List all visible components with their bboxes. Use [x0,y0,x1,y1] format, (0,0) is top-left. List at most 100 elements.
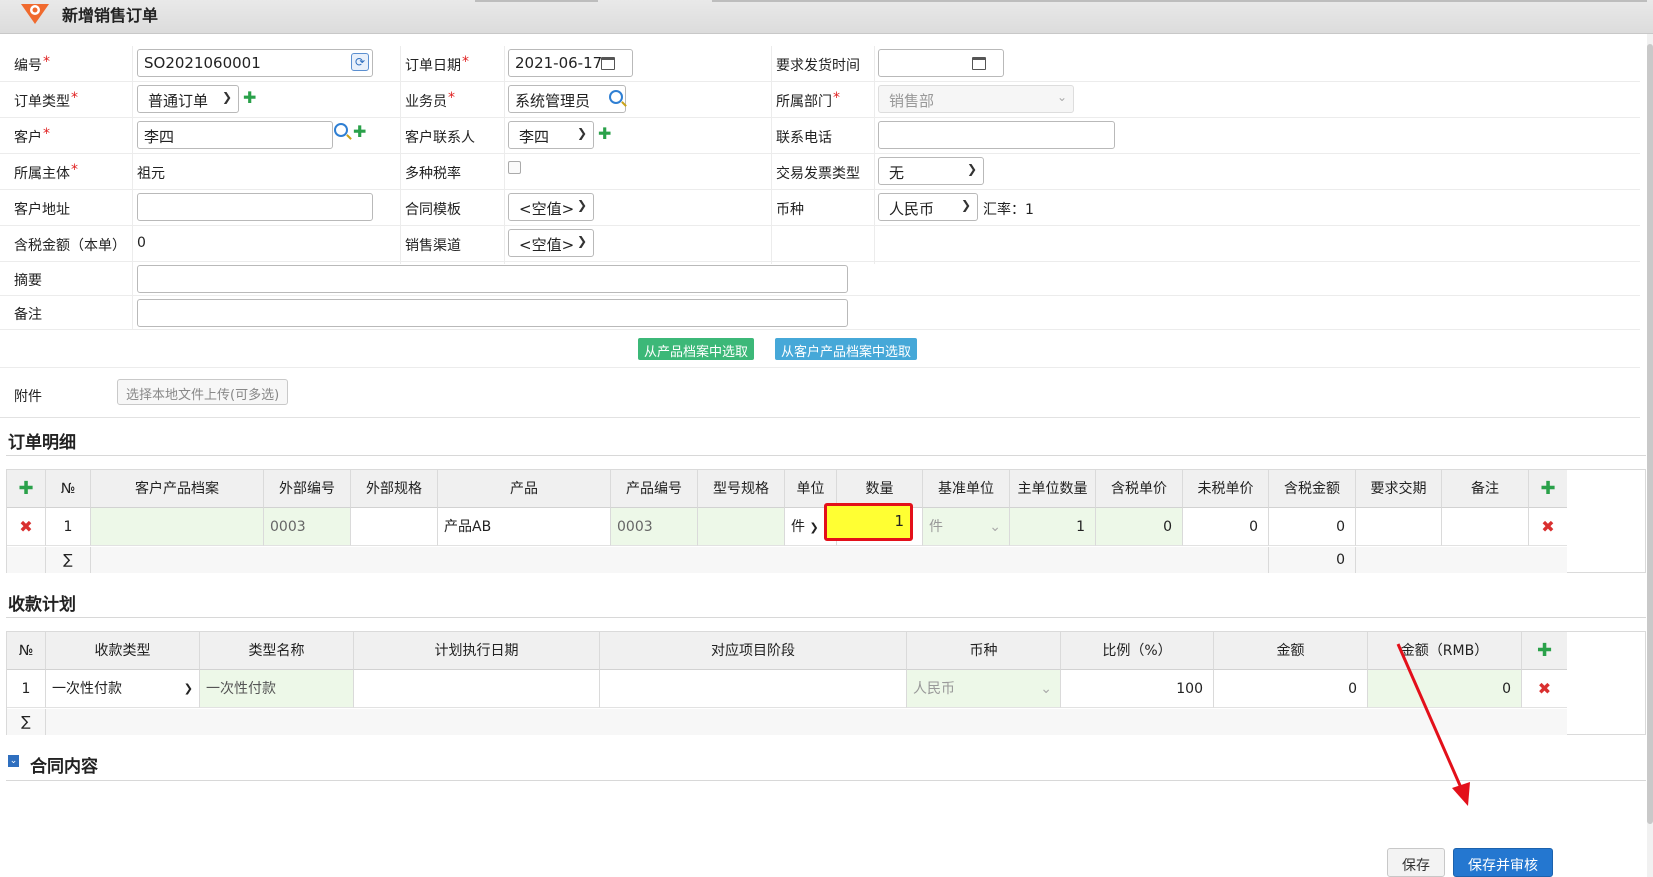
chevron-down-icon: ❯ [960,198,971,212]
customer-label: 客户* [14,126,50,146]
chevron-down-icon: ⌄ [1040,681,1052,697]
col-header: 含税金额 [1269,470,1356,508]
invoice-type-select[interactable]: 无 ❯ [878,157,984,185]
delete-row-icon[interactable]: ✖ [1522,670,1567,708]
col-header: № [46,470,91,508]
project-stage-cell[interactable] [600,670,907,708]
delete-row-icon[interactable]: ✖ [7,508,46,546]
type-name-cell[interactable]: 一次性付款 [200,670,354,708]
col-header: 计划执行日期 [354,632,600,670]
upload-file-button[interactable]: 选择本地文件上传(可多选) [117,379,289,405]
main-qty-cell[interactable]: 1 [1010,508,1096,546]
sum-symbol: ∑ [7,709,46,735]
channel-select[interactable]: <空值> ❯ [508,229,594,257]
pick-from-customer-product-button[interactable]: 从客户产品档案中选取 [775,338,918,360]
order-type-label: 订单类型* [14,90,78,110]
vertical-scrollbar[interactable] [1647,34,1653,877]
customer-input[interactable]: 李四 [137,121,333,149]
amount-value: 0 [137,235,146,251]
col-header: 未税单价 [1183,470,1269,508]
base-unit-select[interactable]: 件 ⌄ [923,508,1010,546]
col-header: 外部规格 [351,470,438,508]
customer-product-cell[interactable] [91,508,264,546]
quantity-input[interactable]: 1 [824,503,913,541]
calendar-icon[interactable] [601,57,615,70]
department-select[interactable]: 销售部 ⌄ [878,85,1074,113]
order-type-select[interactable]: 普通订单 ❯ [137,85,239,113]
ship-time-label: 要求发货时间 [776,58,860,74]
address-label: 客户地址 [14,202,70,218]
refresh-code-icon[interactable]: ⟳ [351,53,369,71]
search-icon[interactable] [334,123,348,137]
product-cell[interactable]: 产品AB [438,508,611,546]
chevron-down-icon: ⌄ [989,519,1001,535]
row-number: 1 [7,670,46,708]
department-label: 所属部门* [776,90,840,110]
save-and-audit-button[interactable]: 保存并审核 [1453,848,1553,877]
ratio-cell[interactable]: 100 [1061,670,1214,708]
notax-price-cell[interactable]: 0 [1183,508,1269,546]
col-header: 客户产品档案 [91,470,264,508]
tax-price-cell[interactable]: 0 [1096,508,1183,546]
multi-tax-label: 多种税率 [405,166,461,182]
col-header: 主单位数量 [1010,470,1096,508]
section-divider [6,617,1646,618]
exchange-rate-text: 汇率：1 [983,202,1034,218]
code-input[interactable]: SO2021060001 [137,49,373,77]
row-number: 1 [46,508,91,546]
page-title: 新增销售订单 [62,6,159,25]
due-date-cell[interactable] [1356,508,1442,546]
add-row-icon[interactable]: ✚ [1529,470,1567,508]
multi-tax-checkbox[interactable] [508,161,521,174]
payment-plan-title: 收款计划 [8,595,76,615]
col-header: 金额 [1214,632,1368,670]
contact-label: 客户联系人 [405,130,475,146]
remark-input[interactable] [137,299,848,327]
save-button[interactable]: 保存 [1387,848,1445,877]
phone-input[interactable] [878,121,1115,149]
currency-select[interactable]: 人民币 ❯ [878,193,978,221]
col-header: 类型名称 [200,632,354,670]
app-logo-icon [21,4,49,24]
summary-input[interactable] [137,265,848,293]
sum-cell [91,547,1269,573]
remark-cell[interactable] [1442,508,1529,546]
order-date-label: 订单日期* [405,54,469,74]
delete-row-icon[interactable]: ✖ [1529,508,1567,546]
contact-select[interactable]: 李四 ❯ [508,121,594,149]
address-input[interactable] [137,193,373,221]
code-label: 编号* [14,54,50,74]
col-header: 收款类型 [46,632,200,670]
add-row-icon[interactable]: ✚ [1522,632,1567,670]
amount-cell[interactable]: 0 [1214,670,1368,708]
plan-date-cell[interactable] [354,670,600,708]
currency-select[interactable]: 人民币 ⌄ [907,670,1061,708]
remark-label: 备注 [14,307,42,323]
channel-label: 销售渠道 [405,238,461,254]
tax-amount-cell[interactable]: 0 [1269,508,1356,546]
salesman-label: 业务员* [405,90,455,110]
col-header: 币种 [907,632,1061,670]
col-header: 基准单位 [923,470,1010,508]
pick-from-product-button[interactable]: 从产品档案中选取 [638,338,755,360]
order-detail-title: 订单明细 [8,433,76,453]
col-header: 比例（%） [1061,632,1214,670]
add-row-icon[interactable]: ✚ [7,470,46,508]
col-header: 产品编号 [611,470,698,508]
payment-type-select[interactable]: 一次性付款 ❯ [46,670,200,708]
search-icon[interactable] [609,90,623,104]
add-customer-icon[interactable]: ✚ [353,122,366,141]
add-contact-icon[interactable]: ✚ [598,124,611,143]
ext-spec-cell[interactable] [351,508,438,546]
scrollbar-thumb[interactable] [1647,44,1653,824]
product-code-cell: 0003 [611,508,698,546]
ext-code-cell[interactable]: 0003 [264,508,351,546]
calendar-icon[interactable] [972,57,986,70]
contract-title[interactable]: 合同内容 [30,752,98,777]
collapse-icon[interactable]: ⌄ [8,755,19,767]
contract-template-select[interactable]: <空值> ❯ [508,193,594,221]
col-header: 含税单价 [1096,470,1183,508]
add-order-type-icon[interactable]: ✚ [243,88,256,107]
phone-label: 联系电话 [776,130,832,146]
col-header: 产品 [438,470,611,508]
